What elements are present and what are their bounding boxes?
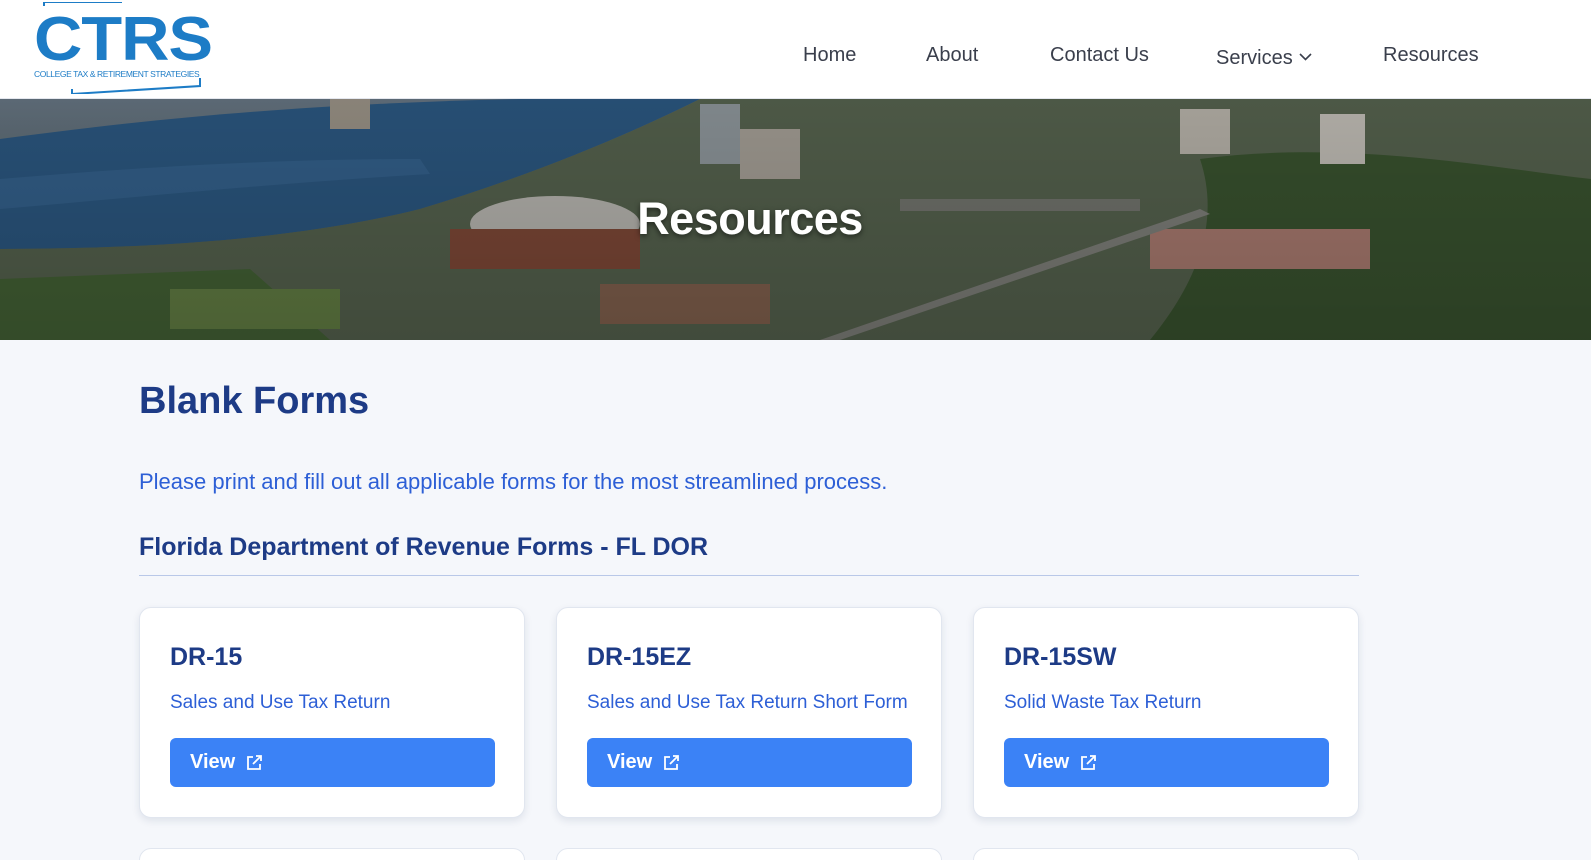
site-header: CTRS COLLEGE TAX & RETIREMENT STRATEGIES… [0, 0, 1591, 99]
section-title: Florida Department of Revenue Forms - FL… [139, 533, 709, 561]
view-button[interactable]: View [587, 738, 912, 787]
nav-contact-us[interactable]: Contact Us [1050, 43, 1149, 67]
nav-about[interactable]: About [926, 43, 978, 67]
form-card-title: DR-15EZ [587, 643, 692, 671]
form-card-description: Sales and Use Tax Return Short Form [587, 692, 908, 713]
logo-wordmark: CTRS [34, 5, 213, 74]
form-card-title: DR-15 [170, 643, 243, 671]
form-card-partial [973, 848, 1359, 860]
ctrs-logo[interactable]: CTRS COLLEGE TAX & RETIREMENT STRATEGIES [30, 2, 213, 94]
external-link-icon [1079, 754, 1097, 772]
hero-banner: Resources [0, 99, 1591, 340]
view-button[interactable]: View [1004, 738, 1329, 787]
form-card: DR-15EZ Sales and Use Tax Return Short F… [556, 607, 942, 818]
section-divider [139, 575, 1359, 576]
nav-home[interactable]: Home [803, 43, 856, 67]
form-card-partial [139, 848, 525, 860]
external-link-icon [662, 754, 680, 772]
logo-subtitle: COLLEGE TAX & RETIREMENT STRATEGIES [34, 69, 200, 79]
form-card-partial [556, 848, 942, 860]
view-button[interactable]: View [170, 738, 495, 787]
view-button-label: View [190, 751, 236, 773]
nav-resources[interactable]: Resources [1383, 43, 1479, 67]
nav-services-label: Services [1216, 47, 1293, 69]
view-button-label: View [1024, 751, 1070, 773]
nav-services[interactable]: Services [1216, 43, 1312, 70]
form-card-description: Solid Waste Tax Return [1004, 692, 1202, 713]
hero-title: Resources [637, 193, 863, 244]
form-card-title: DR-15SW [1004, 643, 1117, 671]
chevron-down-icon [1299, 43, 1312, 67]
form-card: DR-15SW Solid Waste Tax Return View [973, 607, 1359, 818]
view-button-label: View [607, 751, 653, 773]
form-card: DR-15 Sales and Use Tax Return View [139, 607, 525, 818]
form-card-description: Sales and Use Tax Return [170, 692, 391, 713]
page-title: Blank Forms [139, 380, 370, 422]
external-link-icon [245, 754, 263, 772]
intro-text: Please print and fill out all applicable… [139, 469, 888, 494]
